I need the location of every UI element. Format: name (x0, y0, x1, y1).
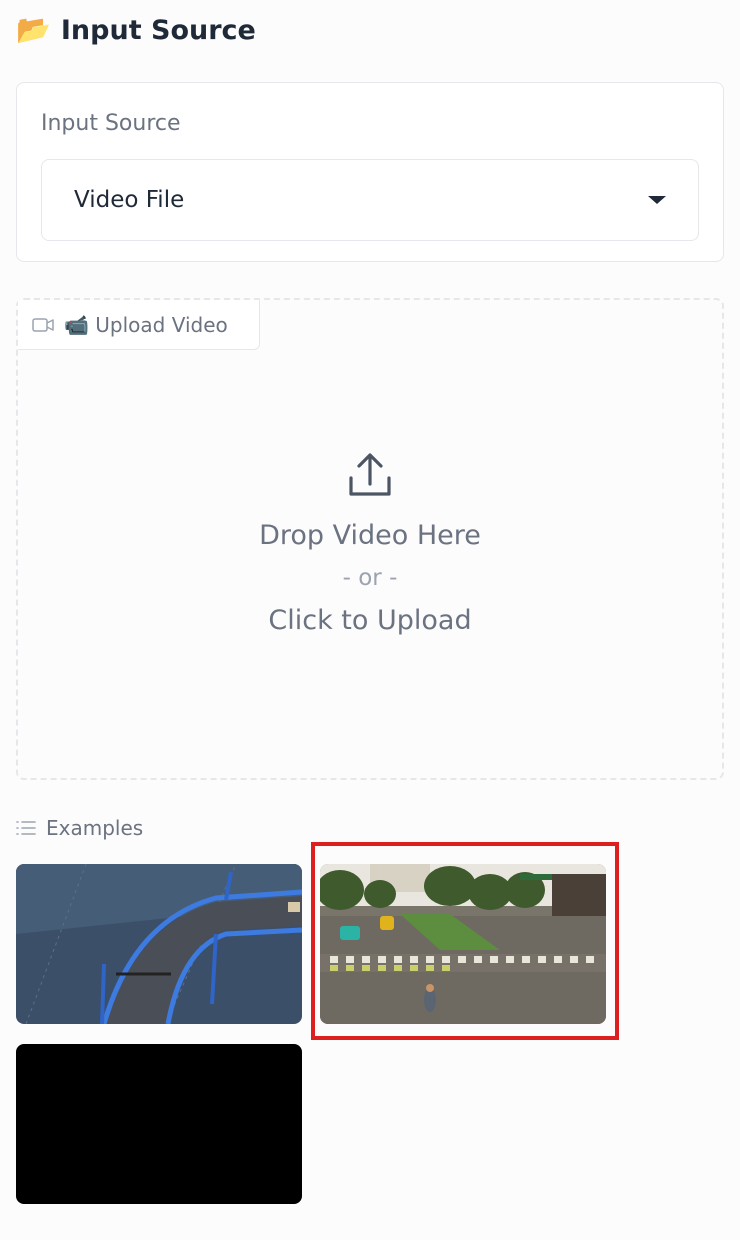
drop-instructions: Drop Video Here - or - Click to Upload (18, 450, 722, 636)
upload-video-tab[interactable]: 📹 Upload Video (18, 300, 260, 350)
example-video-thumbnail-highlighted[interactable] (320, 864, 606, 1024)
conveyor-track-image (16, 864, 302, 1024)
drop-video-text: Drop Video Here (259, 520, 481, 551)
or-separator: - or - (342, 565, 398, 591)
input-source-label: Input Source (41, 111, 181, 136)
video-camera-icon (32, 317, 54, 332)
examples-label: Examples (46, 816, 144, 840)
section-heading: 📂 Input Source (16, 10, 256, 50)
upload-tab-label: 📹 Upload Video (64, 312, 228, 337)
example-video-thumbnail-black[interactable] (16, 1044, 302, 1204)
section-title: Input Source (60, 14, 256, 46)
examples-header: Examples (16, 816, 143, 840)
upload-icon (349, 453, 391, 496)
input-source-panel: Input Source Video File (16, 82, 724, 262)
click-to-upload-text: Click to Upload (268, 605, 472, 636)
caret-down-icon (648, 196, 666, 204)
input-source-dropdown[interactable]: Video File (41, 159, 699, 241)
open-folder-icon: 📂 (16, 13, 51, 46)
list-icon (16, 821, 36, 835)
dropdown-selected-value: Video File (74, 187, 185, 213)
video-upload-dropzone[interactable]: 📹 Upload Video Drop Video Here - or - Cl… (16, 298, 724, 780)
example-video-thumbnail[interactable] (16, 864, 302, 1024)
street-intersection-image (320, 864, 606, 1024)
